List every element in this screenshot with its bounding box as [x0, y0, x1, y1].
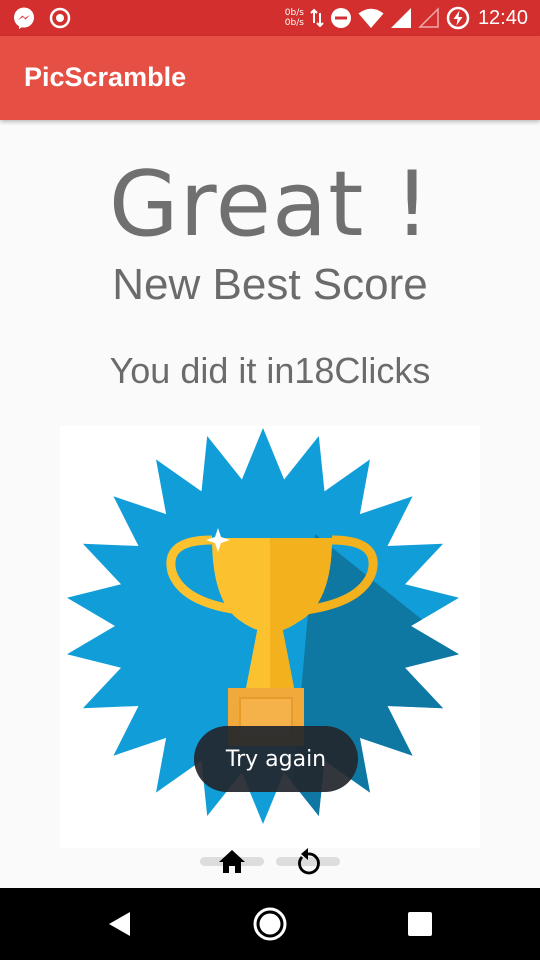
toast-text: Try again: [225, 746, 327, 772]
messenger-icon: [14, 7, 34, 29]
signal-icon: [390, 8, 411, 28]
restart-icon: [298, 848, 320, 875]
wifi-icon: [358, 8, 384, 28]
home-button[interactable]: [200, 846, 264, 876]
recents-icon[interactable]: [406, 910, 434, 938]
network-speed: 0b/s 0b/s: [285, 8, 304, 28]
battery-saver-icon: [446, 6, 470, 30]
clock: 12:40: [477, 6, 528, 29]
click-count-message: You did it in18Clicks: [109, 350, 431, 391]
status-bar: 0b/s 0b/s 12:40: [0, 0, 540, 36]
app-bar: PicScramble: [0, 36, 540, 120]
result-headline: Great !: [108, 152, 432, 257]
record-icon: [49, 7, 71, 29]
back-icon[interactable]: [106, 910, 134, 938]
restart-button[interactable]: [276, 846, 340, 876]
app-title: PicScramble: [24, 62, 187, 92]
navigation-bar: [0, 888, 540, 960]
net-speed-down: 0b/s: [284, 18, 304, 28]
do-not-disturb-icon: [330, 8, 351, 28]
home-circle-icon[interactable]: [252, 906, 288, 942]
net-speed-up: 0b/s: [284, 8, 304, 18]
signal-empty-icon: [418, 7, 439, 28]
home-icon: [219, 850, 245, 873]
result-screen: Great ! New Best Score You did it in18Cl…: [0, 120, 540, 888]
best-score-message: New Best Score: [112, 260, 428, 309]
toast-message: Try again: [194, 726, 358, 792]
data-transfer-icon: [310, 8, 324, 28]
